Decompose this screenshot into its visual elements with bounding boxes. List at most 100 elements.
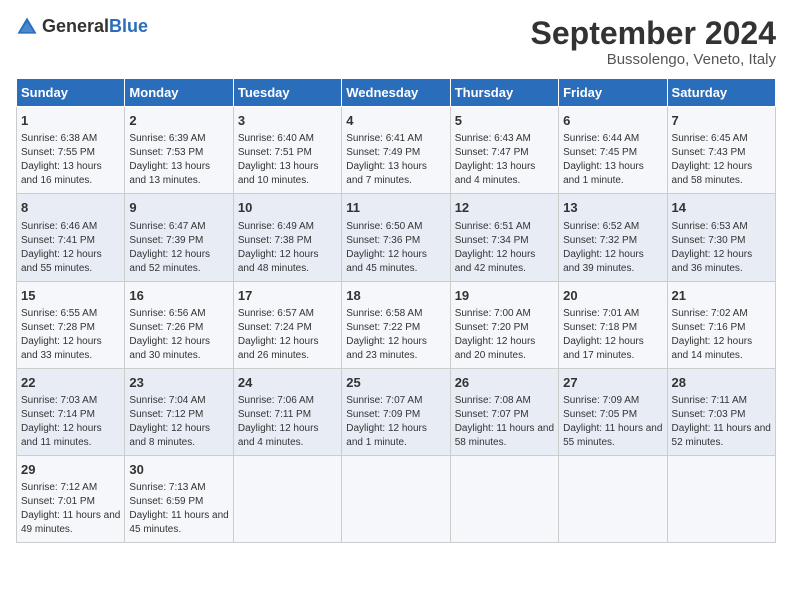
daylight-text: Daylight: 12 hours and 17 minutes. bbox=[563, 336, 644, 361]
sunset-text: Sunset: 7:22 PM bbox=[346, 322, 420, 333]
sunrise-text: Sunrise: 7:06 AM bbox=[238, 395, 314, 406]
day-number: 2 bbox=[129, 112, 228, 130]
calendar-cell: 5Sunrise: 6:43 AMSunset: 7:47 PMDaylight… bbox=[450, 107, 558, 194]
sunrise-text: Sunrise: 7:00 AM bbox=[455, 308, 531, 319]
calendar-cell: 7Sunrise: 6:45 AMSunset: 7:43 PMDaylight… bbox=[667, 107, 775, 194]
day-number: 7 bbox=[672, 112, 771, 130]
logo-text: GeneralBlue bbox=[42, 17, 148, 37]
sunset-text: Sunset: 7:32 PM bbox=[563, 235, 637, 246]
sunset-text: Sunset: 7:24 PM bbox=[238, 322, 312, 333]
daylight-text: Daylight: 12 hours and 20 minutes. bbox=[455, 336, 536, 361]
calendar-cell: 19Sunrise: 7:00 AMSunset: 7:20 PMDayligh… bbox=[450, 281, 558, 368]
sunset-text: Sunset: 7:03 PM bbox=[672, 409, 746, 420]
day-number: 10 bbox=[238, 199, 337, 217]
daylight-text: Daylight: 12 hours and 55 minutes. bbox=[21, 249, 102, 274]
day-number: 22 bbox=[21, 374, 120, 392]
daylight-text: Daylight: 11 hours and 45 minutes. bbox=[129, 510, 228, 535]
day-of-week-header: Tuesday bbox=[233, 79, 341, 107]
day-number: 28 bbox=[672, 374, 771, 392]
logo-icon bbox=[16, 16, 38, 38]
sunset-text: Sunset: 7:05 PM bbox=[563, 409, 637, 420]
sunset-text: Sunset: 7:51 PM bbox=[238, 147, 312, 158]
day-number: 6 bbox=[563, 112, 662, 130]
calendar-cell: 18Sunrise: 6:58 AMSunset: 7:22 PMDayligh… bbox=[342, 281, 450, 368]
calendar-cell: 1Sunrise: 6:38 AMSunset: 7:55 PMDaylight… bbox=[17, 107, 125, 194]
calendar-week-row: 8Sunrise: 6:46 AMSunset: 7:41 PMDaylight… bbox=[17, 194, 776, 281]
day-of-week-header: Monday bbox=[125, 79, 233, 107]
sunrise-text: Sunrise: 6:52 AM bbox=[563, 221, 639, 232]
calendar-cell: 14Sunrise: 6:53 AMSunset: 7:30 PMDayligh… bbox=[667, 194, 775, 281]
daylight-text: Daylight: 13 hours and 10 minutes. bbox=[238, 161, 319, 186]
sunrise-text: Sunrise: 7:09 AM bbox=[563, 395, 639, 406]
calendar-cell: 2Sunrise: 6:39 AMSunset: 7:53 PMDaylight… bbox=[125, 107, 233, 194]
sunset-text: Sunset: 7:07 PM bbox=[455, 409, 529, 420]
day-of-week-header: Wednesday bbox=[342, 79, 450, 107]
calendar-cell: 6Sunrise: 6:44 AMSunset: 7:45 PMDaylight… bbox=[559, 107, 667, 194]
month-year-title: September 2024 bbox=[531, 16, 776, 51]
calendar-cell: 21Sunrise: 7:02 AMSunset: 7:16 PMDayligh… bbox=[667, 281, 775, 368]
calendar-cell: 8Sunrise: 6:46 AMSunset: 7:41 PMDaylight… bbox=[17, 194, 125, 281]
day-number: 1 bbox=[21, 112, 120, 130]
sunset-text: Sunset: 7:01 PM bbox=[21, 496, 95, 507]
calendar-cell: 30Sunrise: 7:13 AMSunset: 6:59 PMDayligh… bbox=[125, 455, 233, 542]
day-number: 20 bbox=[563, 287, 662, 305]
daylight-text: Daylight: 12 hours and 8 minutes. bbox=[129, 423, 210, 448]
day-number: 15 bbox=[21, 287, 120, 305]
calendar-cell: 27Sunrise: 7:09 AMSunset: 7:05 PMDayligh… bbox=[559, 368, 667, 455]
sunrise-text: Sunrise: 6:57 AM bbox=[238, 308, 314, 319]
calendar-cell bbox=[559, 455, 667, 542]
day-number: 26 bbox=[455, 374, 554, 392]
sunset-text: Sunset: 7:53 PM bbox=[129, 147, 203, 158]
day-number: 21 bbox=[672, 287, 771, 305]
sunrise-text: Sunrise: 6:51 AM bbox=[455, 221, 531, 232]
day-number: 3 bbox=[238, 112, 337, 130]
sunrise-text: Sunrise: 7:07 AM bbox=[346, 395, 422, 406]
calendar-cell: 20Sunrise: 7:01 AMSunset: 7:18 PMDayligh… bbox=[559, 281, 667, 368]
sunset-text: Sunset: 7:47 PM bbox=[455, 147, 529, 158]
sunset-text: Sunset: 7:18 PM bbox=[563, 322, 637, 333]
sunset-text: Sunset: 7:28 PM bbox=[21, 322, 95, 333]
calendar-cell: 3Sunrise: 6:40 AMSunset: 7:51 PMDaylight… bbox=[233, 107, 341, 194]
daylight-text: Daylight: 12 hours and 52 minutes. bbox=[129, 249, 210, 274]
day-number: 8 bbox=[21, 199, 120, 217]
day-of-week-header: Friday bbox=[559, 79, 667, 107]
sunrise-text: Sunrise: 6:50 AM bbox=[346, 221, 422, 232]
daylight-text: Daylight: 12 hours and 48 minutes. bbox=[238, 249, 319, 274]
sunset-text: Sunset: 7:34 PM bbox=[455, 235, 529, 246]
sunset-text: Sunset: 7:12 PM bbox=[129, 409, 203, 420]
sunrise-text: Sunrise: 6:43 AM bbox=[455, 133, 531, 144]
day-of-week-header: Saturday bbox=[667, 79, 775, 107]
sunrise-text: Sunrise: 7:03 AM bbox=[21, 395, 97, 406]
sunset-text: Sunset: 7:38 PM bbox=[238, 235, 312, 246]
sunset-text: Sunset: 7:39 PM bbox=[129, 235, 203, 246]
title-block: September 2024 Bussolengo, Veneto, Italy bbox=[531, 16, 776, 68]
calendar-cell: 9Sunrise: 6:47 AMSunset: 7:39 PMDaylight… bbox=[125, 194, 233, 281]
day-number: 14 bbox=[672, 199, 771, 217]
calendar-cell: 24Sunrise: 7:06 AMSunset: 7:11 PMDayligh… bbox=[233, 368, 341, 455]
day-number: 16 bbox=[129, 287, 228, 305]
location-subtitle: Bussolengo, Veneto, Italy bbox=[531, 51, 776, 68]
day-number: 19 bbox=[455, 287, 554, 305]
daylight-text: Daylight: 12 hours and 14 minutes. bbox=[672, 336, 753, 361]
sunrise-text: Sunrise: 6:38 AM bbox=[21, 133, 97, 144]
sunset-text: Sunset: 7:41 PM bbox=[21, 235, 95, 246]
calendar-cell: 10Sunrise: 6:49 AMSunset: 7:38 PMDayligh… bbox=[233, 194, 341, 281]
day-of-week-header: Sunday bbox=[17, 79, 125, 107]
sunset-text: Sunset: 7:36 PM bbox=[346, 235, 420, 246]
sunset-text: Sunset: 7:30 PM bbox=[672, 235, 746, 246]
daylight-text: Daylight: 11 hours and 52 minutes. bbox=[672, 423, 771, 448]
sunrise-text: Sunrise: 6:53 AM bbox=[672, 221, 748, 232]
daylight-text: Daylight: 12 hours and 30 minutes. bbox=[129, 336, 210, 361]
calendar-cell: 13Sunrise: 6:52 AMSunset: 7:32 PMDayligh… bbox=[559, 194, 667, 281]
calendar-cell: 28Sunrise: 7:11 AMSunset: 7:03 PMDayligh… bbox=[667, 368, 775, 455]
sunset-text: Sunset: 7:14 PM bbox=[21, 409, 95, 420]
calendar-week-row: 15Sunrise: 6:55 AMSunset: 7:28 PMDayligh… bbox=[17, 281, 776, 368]
calendar-cell: 22Sunrise: 7:03 AMSunset: 7:14 PMDayligh… bbox=[17, 368, 125, 455]
day-number: 30 bbox=[129, 461, 228, 479]
day-number: 12 bbox=[455, 199, 554, 217]
logo-general: General bbox=[42, 16, 109, 36]
calendar-cell: 17Sunrise: 6:57 AMSunset: 7:24 PMDayligh… bbox=[233, 281, 341, 368]
sunrise-text: Sunrise: 6:58 AM bbox=[346, 308, 422, 319]
day-number: 5 bbox=[455, 112, 554, 130]
day-number: 24 bbox=[238, 374, 337, 392]
